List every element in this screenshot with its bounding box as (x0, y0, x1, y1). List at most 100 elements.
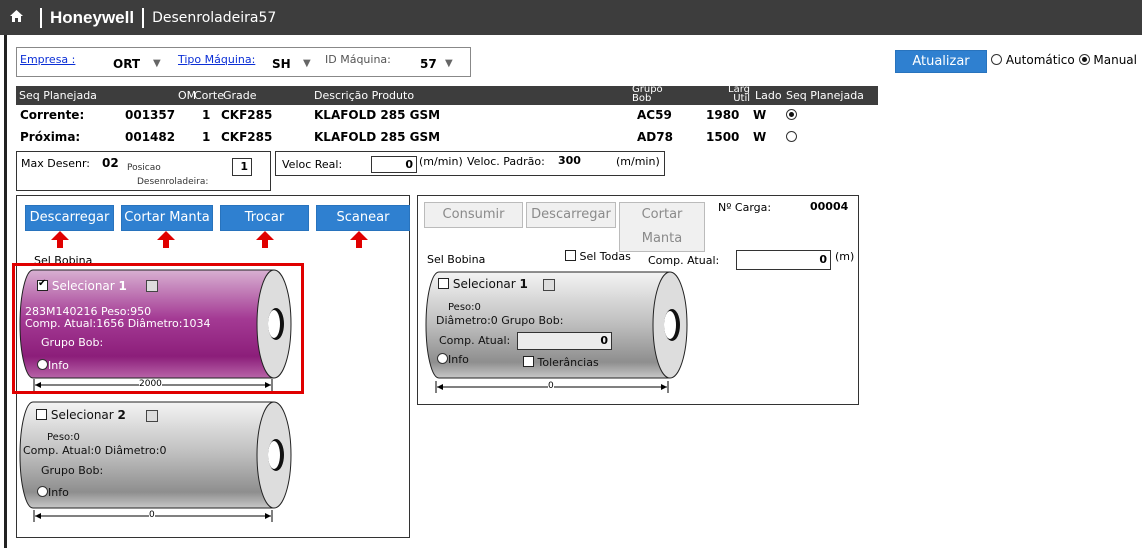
bobina-1[interactable]: Selecionar 1 283M140216 Peso:950 Comp. A… (19, 269, 293, 379)
veloc-unit: (m/min) (419, 155, 463, 168)
empresa-link[interactable]: Empresa : (20, 53, 75, 66)
row-lado: W (753, 130, 767, 144)
sel-bobina-label-2: Sel Bobina (427, 253, 486, 266)
cortar-manta-button[interactable]: Cortar Manta (121, 205, 213, 231)
selecionar-label: Selecionar (452, 277, 516, 291)
row-om: 001482 (125, 130, 176, 144)
info-radio[interactable] (37, 486, 48, 497)
info-radio-group: Info (37, 359, 69, 372)
descarregar-button[interactable]: Descarregar (25, 205, 114, 231)
chevron-down-icon[interactable]: ▼ (445, 58, 453, 69)
calculator-icon[interactable] (146, 410, 158, 422)
posicao-label: Posicao (127, 163, 161, 173)
sel-bobina-label: Sel Bobina (34, 254, 93, 263)
filter-bar: Empresa : ORT ▼ Tipo Máquina: SH ▼ ID Má… (16, 47, 471, 77)
max-desenr-value: 02 (102, 156, 119, 170)
posicao-label-2: Desenroladeira: (137, 177, 209, 187)
mode-radio-group: Automático Manual (991, 53, 1137, 67)
seq-radio[interactable] (786, 109, 797, 120)
grupo-bob-label: Grupo Bob: (41, 336, 104, 349)
tolerancias-checkbox[interactable] (523, 356, 534, 367)
velocidade-box: Veloc Real: 0 (m/min) Veloc. Padrão: 300… (275, 151, 665, 176)
empresa-select[interactable]: ORT (113, 57, 140, 71)
row-desc: KLAFOLD 285 GSM (314, 108, 441, 122)
row-grade: CKF285 (221, 108, 273, 122)
tipo-maquina-select[interactable]: SH (272, 57, 291, 71)
col-grade: Grade (223, 89, 257, 102)
info-radio-group: Info (437, 353, 469, 366)
col-larg-util: Larg Util (728, 84, 750, 104)
seq-radio[interactable] (786, 131, 797, 142)
veloc-real-label: Veloc Real: (282, 158, 343, 171)
comp-atual-label: Comp. Atual: (648, 254, 720, 267)
descarregar-button-2[interactable]: Descarregar (526, 202, 616, 228)
calculator-icon[interactable] (146, 280, 158, 292)
col-seq-planejada: Seq Planejada (19, 89, 97, 102)
info-label: Info (48, 359, 69, 372)
tolerancias-label: Tolerâncias (537, 356, 599, 369)
tolerancias-group: Tolerâncias (523, 356, 599, 369)
selecionar-checkbox[interactable] (438, 278, 449, 289)
width-dimension: 0 (435, 381, 669, 393)
sel-todas-label: Sel Todas (579, 250, 631, 263)
chevron-down-icon[interactable]: ▼ (303, 58, 311, 69)
atualizar-button[interactable]: Atualizar (895, 50, 987, 73)
selecionar-label: Selecionar (50, 408, 114, 422)
posicao-input[interactable]: 1 (232, 158, 252, 176)
row-corte: 1 (202, 108, 211, 122)
bobina-2[interactable]: Selecionar 2 Peso:0 Comp. Atual:0 Diâmet… (19, 401, 293, 509)
row-grupo: AD78 (637, 130, 673, 144)
comp-atual-unit: (m) (835, 250, 855, 263)
info-radio-group: Info (37, 486, 69, 499)
sel-todas-checkbox[interactable] (565, 250, 576, 261)
max-desenr-box: Max Desenr: 02 Posicao Desenroladeira: 1 (16, 151, 271, 191)
selecionar-checkbox[interactable] (36, 409, 47, 420)
header-divider (40, 7, 42, 28)
home-icon[interactable] (0, 9, 32, 27)
info-radio[interactable] (37, 359, 48, 370)
table-row: Corrente: 001357 1 CKF285 KLAFOLD 285 GS… (16, 108, 878, 126)
row-corte: 1 (202, 130, 211, 144)
table-row: Próxima: 001482 1 CKF285 KLAFOLD 285 GSM… (16, 130, 878, 148)
col-lado: Lado (755, 89, 782, 102)
cortar-manta-button-2[interactable]: Cortar Manta (619, 202, 705, 252)
peso-label: Peso:0 (47, 432, 80, 443)
row-desc: KLAFOLD 285 GSM (314, 130, 441, 144)
veloc-real-input[interactable]: 0 (371, 156, 417, 173)
veloc-padrao-unit: (m/min) (616, 155, 660, 168)
comp-atual-bob-input[interactable]: 0 (517, 332, 612, 350)
selecionar-checkbox[interactable] (37, 278, 48, 291)
info-radio[interactable] (437, 353, 448, 364)
width-value: 0 (548, 381, 554, 391)
left-border (4, 35, 7, 548)
scanear-button[interactable]: Scanear (316, 205, 410, 231)
bobina-right-1[interactable]: Selecionar 1 Peso:0 Diâmetro:0 Grupo Bob… (425, 271, 689, 379)
comp-atual-input[interactable]: 0 (736, 250, 831, 270)
info-label: Info (448, 353, 469, 366)
bobina-num: 1 (118, 279, 127, 293)
automatico-radio[interactable] (991, 54, 1002, 65)
width-value: 2000 (139, 379, 162, 389)
id-maquina-select[interactable]: 57 (420, 57, 437, 71)
consumir-button[interactable]: Consumir (424, 202, 523, 228)
selecionar-label: Selecionar (51, 279, 115, 293)
calculator-icon[interactable] (543, 279, 555, 291)
width-dimension: 0 (33, 510, 273, 522)
row-label: Próxima: (20, 130, 81, 144)
bobina-num: 2 (117, 408, 126, 422)
comp-atual-label: Comp. Atual: (439, 334, 511, 347)
selecionar-2-checkbox-group: Selecionar 2 (36, 408, 126, 422)
manual-radio[interactable] (1078, 54, 1090, 65)
max-desenr-label: Max Desenr: (21, 157, 90, 170)
table-header: Seq Planejada OM Corte Grade Descrição P… (16, 84, 878, 105)
id-maquina-label: ID Máquina: (325, 53, 391, 66)
n-carga-value: 00004 (810, 200, 849, 213)
manual-label: Manual (1093, 53, 1137, 67)
col-seq-planejada-2: Seq Planejada (786, 89, 864, 102)
width-value: 0 (149, 510, 155, 520)
chevron-down-icon[interactable]: ▼ (153, 58, 161, 69)
row-om: 001357 (125, 108, 176, 122)
tipo-maquina-link[interactable]: Tipo Máquina: (178, 53, 255, 66)
trocar-button[interactable]: Trocar (220, 205, 309, 231)
row-grupo: AC59 (637, 108, 672, 122)
